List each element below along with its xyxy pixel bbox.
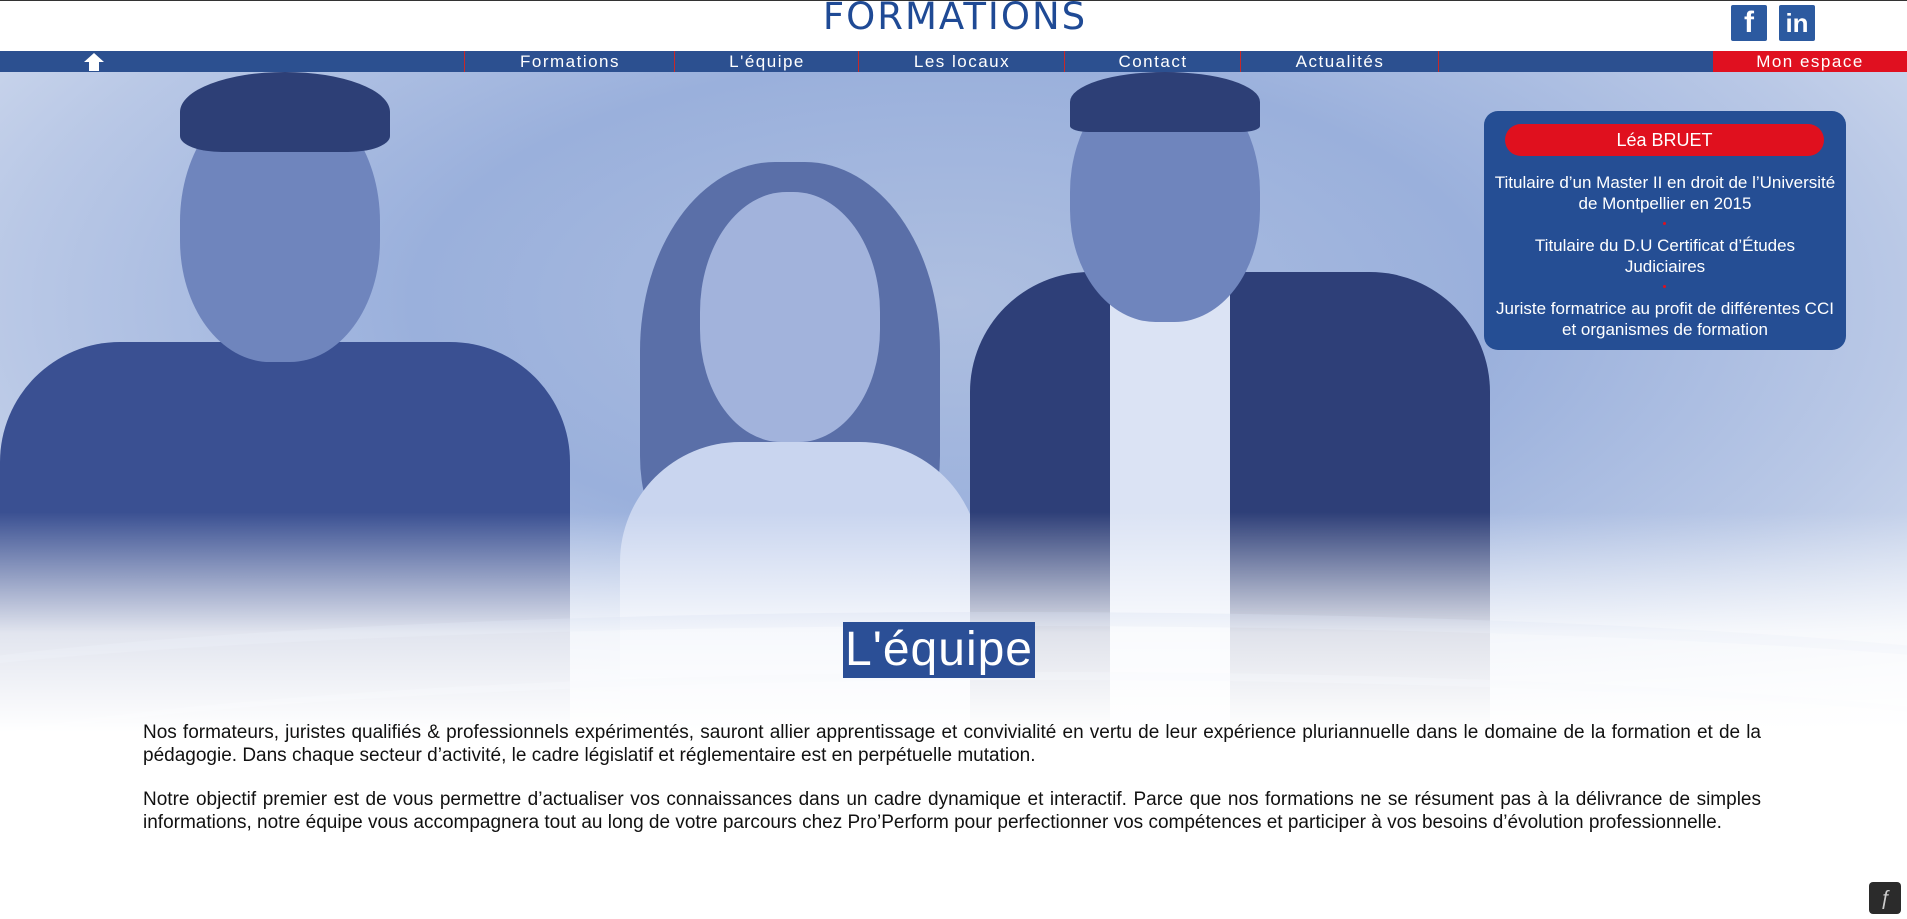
separator-dot bbox=[1663, 222, 1666, 225]
intro-paragraph: Nos formateurs, juristes qualifiés & pro… bbox=[143, 722, 1761, 766]
nav-item-equipe[interactable]: L'équipe bbox=[674, 51, 859, 72]
separator-dot bbox=[1663, 285, 1666, 288]
nav-item-formations[interactable]: Formations bbox=[464, 51, 675, 72]
profile-name: Léa BRUET bbox=[1505, 124, 1824, 156]
facebook-icon[interactable]: f bbox=[1731, 5, 1767, 41]
site-header: FORMATIONS f in bbox=[0, 0, 1907, 52]
nav-item-locaux[interactable]: Les locaux bbox=[858, 51, 1065, 72]
intro-paragraph: Notre objectif premier est de vous perme… bbox=[143, 789, 1761, 833]
site-logo[interactable]: FORMATIONS bbox=[790, 0, 1120, 37]
profile-card: Léa BRUET Titulaire d’un Master II en dr… bbox=[1484, 111, 1846, 350]
page-title: L'équipe bbox=[843, 622, 1035, 678]
linkedin-icon[interactable]: in bbox=[1779, 5, 1815, 41]
profile-line: Juriste formatrice au profit de différen… bbox=[1496, 299, 1834, 339]
main-navigation: Formations L'équipe Les locaux Contact A… bbox=[0, 51, 1907, 72]
nav-item-contact[interactable]: Contact bbox=[1064, 51, 1241, 72]
nav-divider bbox=[1438, 51, 1439, 72]
nav-item-actualites[interactable]: Actualités bbox=[1240, 51, 1439, 72]
mon-espace-button[interactable]: Mon espace bbox=[1713, 51, 1907, 72]
profile-line: Titulaire d’un Master II en droit de l’U… bbox=[1494, 173, 1836, 213]
profile-line: Titulaire du D.U Certificat d’Études Jud… bbox=[1534, 236, 1796, 276]
symfony-icon[interactable]: ƒ bbox=[1869, 882, 1901, 914]
intro-text: Nos formateurs, juristes qualifiés & pro… bbox=[143, 721, 1761, 855]
home-icon[interactable] bbox=[84, 53, 104, 71]
